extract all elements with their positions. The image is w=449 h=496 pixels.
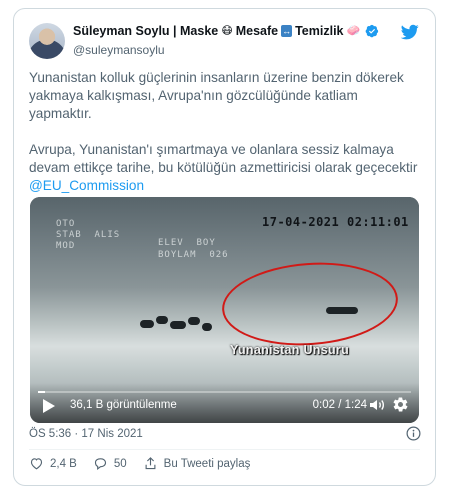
boat-2 xyxy=(156,316,168,324)
share-label: Bu Tweeti paylaş xyxy=(163,457,251,470)
tweet-header: Süleyman Soylu | Maske 😷 Mesafe ↔ Temizl… xyxy=(29,23,420,59)
video-time: 0:02 / 1:24 xyxy=(312,399,367,411)
osd-mid: ELEV BOY BOYLAM 026 xyxy=(158,238,229,260)
display-name-part-3[interactable]: Temizlik xyxy=(295,24,343,38)
osd-left: OTO STAB ALIS MOD xyxy=(56,219,121,251)
share-icon xyxy=(145,457,156,470)
video-controls: 36,1 B görüntülenme 0:02 / 1:24 xyxy=(30,383,419,423)
tweet-text: Yunanistan kolluk güçlerinin insanların … xyxy=(29,69,424,195)
tweet-body: Yunanistan kolluk güçlerinin insanların … xyxy=(29,70,418,175)
display-name-part-2[interactable]: Mesafe xyxy=(236,24,278,38)
soap-emoji: 🧼 xyxy=(346,25,361,37)
distance-emoji: ↔ xyxy=(281,25,293,37)
settings-gear-icon[interactable] xyxy=(392,396,409,413)
tweet-timestamp[interactable]: ÖS 5:36 · 17 Nis 2021 xyxy=(29,428,143,440)
author-handle[interactable]: @suleymansoylu xyxy=(73,43,165,57)
tweet-card: Süleyman Soylu | Maske 😷 Mesafe ↔ Temizl… xyxy=(13,8,436,486)
volume-icon[interactable] xyxy=(369,397,385,413)
twitter-bird-icon[interactable] xyxy=(400,23,420,41)
comment-button[interactable]: 50 xyxy=(93,456,127,471)
video-caption: Yunanistan Unsuru xyxy=(230,343,350,357)
comment-count: 50 xyxy=(113,457,127,470)
divider xyxy=(29,449,420,450)
video-timestamp-overlay: 17-04-2021 02:11:01 xyxy=(262,215,409,229)
action-bar: 2,4 B 50 Bu Tweeti paylaş xyxy=(29,456,266,471)
heart-icon xyxy=(30,458,43,470)
boat-3 xyxy=(170,321,186,329)
boat-4 xyxy=(188,317,200,325)
share-button[interactable]: Bu Tweeti paylaş xyxy=(143,456,251,471)
progress-bar[interactable] xyxy=(38,391,411,393)
mask-emoji: 😷 xyxy=(221,25,233,37)
boat-5 xyxy=(202,323,212,331)
display-name[interactable]: Süleyman Soylu | Maske xyxy=(73,24,218,38)
progress-fill xyxy=(38,391,46,393)
like-button[interactable]: 2,4 B xyxy=(29,456,77,471)
mention-link[interactable]: @EU_Commission xyxy=(29,178,144,193)
like-count: 2,4 B xyxy=(50,457,77,470)
view-count: 36,1 B görüntülenme xyxy=(70,399,177,411)
info-icon[interactable] xyxy=(406,426,421,441)
play-icon[interactable] xyxy=(42,398,56,414)
comment-icon xyxy=(94,458,106,470)
author-name-row[interactable]: Süleyman Soylu | Maske 😷 Mesafe ↔ Temizl… xyxy=(73,24,379,38)
avatar[interactable] xyxy=(29,23,65,59)
verified-badge-icon xyxy=(365,24,379,38)
boat-1 xyxy=(140,320,154,328)
video-player[interactable]: OTO STAB ALIS MOD ELEV BOY BOYLAM 026 17… xyxy=(30,197,419,423)
highlight-circle xyxy=(219,256,401,352)
